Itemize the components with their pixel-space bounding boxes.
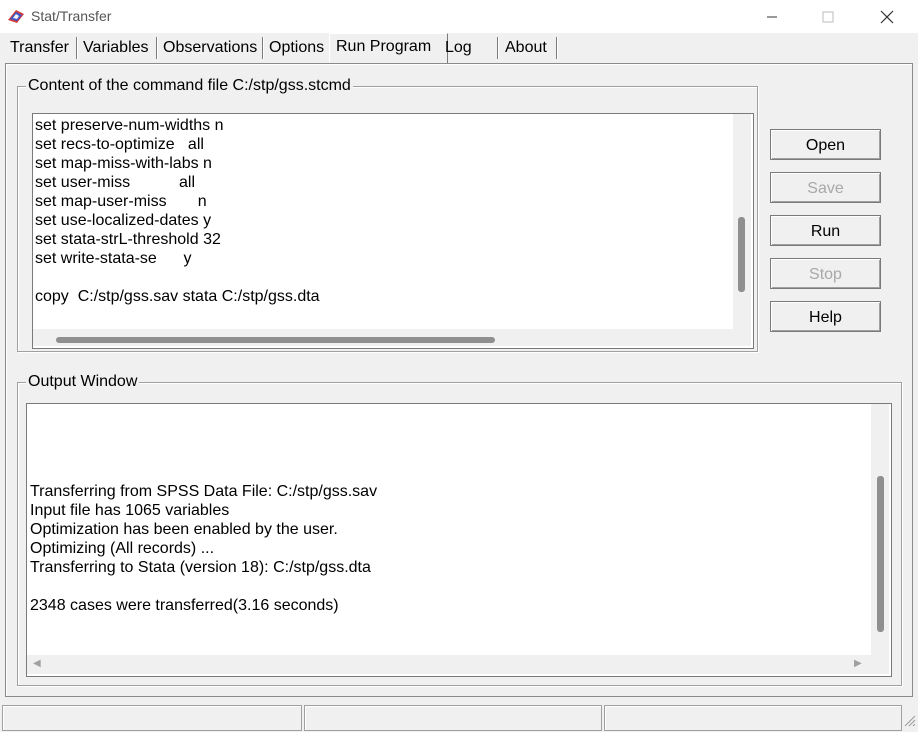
status-pane <box>304 705 602 731</box>
stop-button[interactable]: Stop <box>770 258 881 289</box>
output-line: Transferring from SPSS Data File: C:/stp… <box>30 483 378 500</box>
minimize-icon <box>767 16 777 17</box>
window-title: Stat/Transfer <box>31 8 112 24</box>
tab-separator <box>262 37 263 59</box>
command-line: set stata-strL-threshold 32 <box>35 231 221 248</box>
save-button[interactable]: Save <box>770 172 881 203</box>
command-line: set preserve-num-widths n <box>35 117 224 134</box>
status-pane <box>604 705 902 731</box>
output-line: Input file has 1065 variables <box>30 502 230 519</box>
command-vertical-scroll-thumb[interactable] <box>738 217 745 292</box>
open-button[interactable]: Open <box>770 129 881 160</box>
output-line: 2348 cases were transferred(3.16 seconds… <box>30 597 339 614</box>
command-line: set user-miss all <box>35 174 196 191</box>
help-button[interactable]: Help <box>770 301 881 332</box>
scroll-left-arrow-icon[interactable]: ◀ <box>33 658 41 669</box>
run-button[interactable]: Run <box>770 215 881 246</box>
output-line: Transferring to Stata (version 18): C:/s… <box>30 559 371 576</box>
command-line: set recs-to-optimize all <box>35 136 204 153</box>
output-line: Optimizing (All records) ... <box>30 540 215 557</box>
tab-transfer[interactable]: Transfer <box>7 35 72 61</box>
tab-run-program[interactable]: Run Program <box>329 33 448 64</box>
command-file-editor[interactable]: set preserve-num-widths n set recs-to-op… <box>32 113 754 349</box>
command-horizontal-scroll-thumb[interactable] <box>56 337 495 343</box>
scroll-right-arrow-icon[interactable]: ▶ <box>854 658 862 669</box>
command-line: set map-miss-with-labs n <box>35 155 212 172</box>
status-bar <box>0 703 918 732</box>
output-horizontal-scrollbar[interactable]: ◀ ▶ <box>27 655 889 674</box>
tab-separator <box>76 37 77 59</box>
tab-bar: Transfer Variables Observations Options … <box>0 33 918 64</box>
output-window-title: Output Window <box>26 373 140 391</box>
tab-observations[interactable]: Observations <box>160 35 260 61</box>
resize-grip-icon[interactable] <box>902 713 916 732</box>
tab-separator <box>556 37 557 59</box>
tab-log[interactable]: Log <box>442 35 475 61</box>
maximize-button[interactable] <box>805 0 851 33</box>
command-line: copy C:/stp/gss.sav stata C:/stp/gss.dta <box>35 288 320 305</box>
command-file-title: Content of the command file C:/stp/gss.s… <box>26 77 353 95</box>
tab-about[interactable]: About <box>502 35 550 61</box>
tab-options[interactable]: Options <box>266 35 327 61</box>
close-button[interactable] <box>864 0 910 33</box>
app-icon <box>7 8 25 24</box>
status-pane <box>2 705 302 731</box>
command-line: set write-stata-se y <box>35 250 192 267</box>
minimize-button[interactable] <box>749 0 795 33</box>
title-bar: Stat/Transfer <box>0 0 918 33</box>
command-line: set use-localized-dates y <box>35 212 212 229</box>
maximize-icon <box>822 11 834 22</box>
tab-variables[interactable]: Variables <box>80 35 152 61</box>
command-line: set map-user-miss n <box>35 193 207 210</box>
tab-separator <box>156 37 157 59</box>
output-text-area[interactable]: Transferring from SPSS Data File: C:/stp… <box>26 403 892 677</box>
close-icon <box>880 10 894 23</box>
output-line: Optimization has been enabled by the use… <box>30 521 338 538</box>
tab-separator <box>497 37 498 59</box>
output-vertical-scroll-thumb[interactable] <box>877 476 884 632</box>
